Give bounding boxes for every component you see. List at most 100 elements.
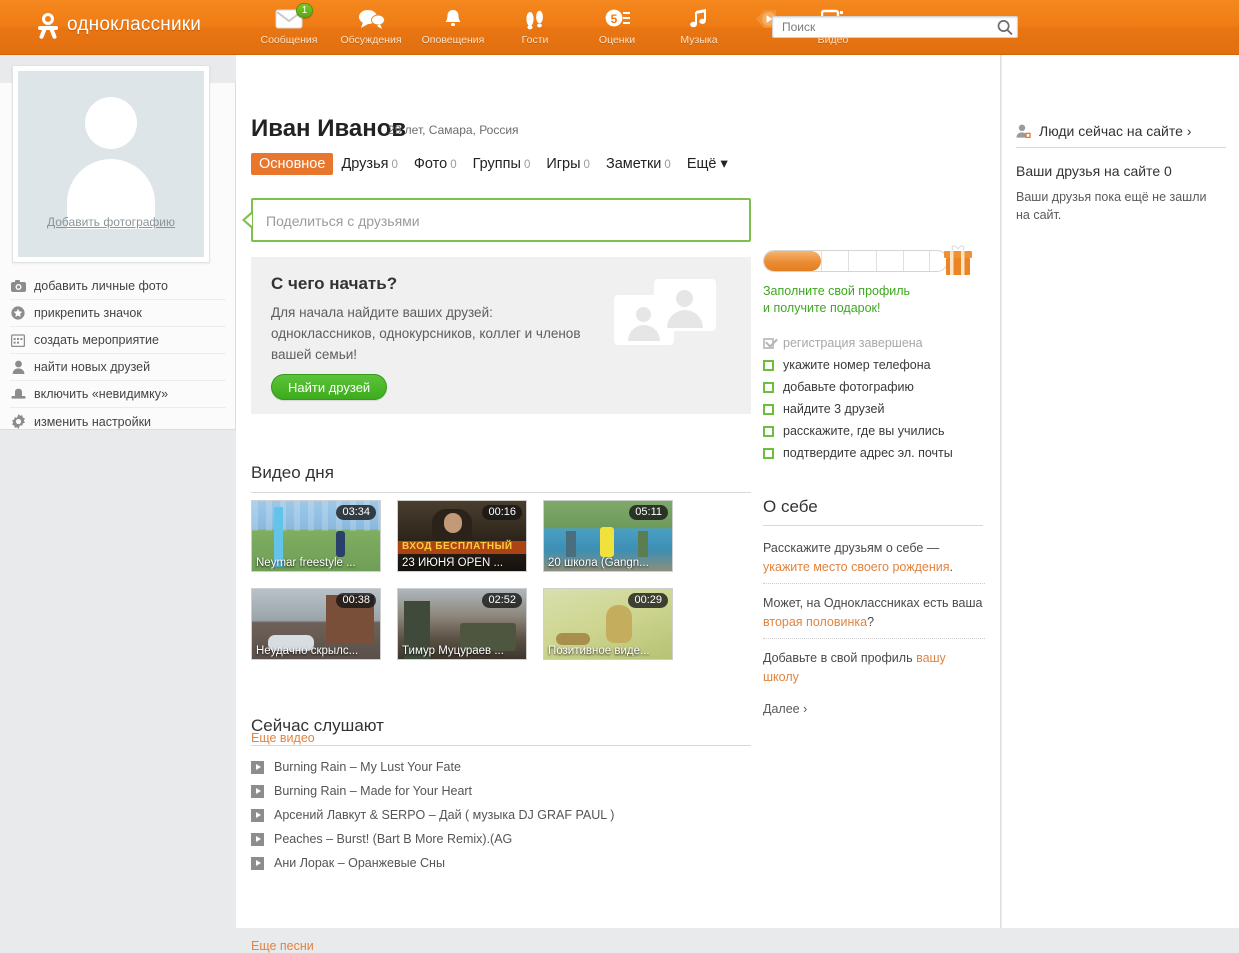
- play-icon[interactable]: [251, 857, 264, 870]
- footprints-icon: [523, 5, 547, 33]
- music-track-list: Burning Rain – My Lust Your Fate Burning…: [251, 755, 751, 875]
- divider: [763, 583, 985, 584]
- video-thumb[interactable]: 00:38 Неудачно скрылс...: [251, 588, 381, 660]
- about-more-link[interactable]: Далее ›: [763, 700, 985, 719]
- play-icon[interactable]: [251, 761, 264, 774]
- tab-notes[interactable]: Заметки 0: [598, 153, 679, 175]
- tab-more[interactable]: Ещё ▾: [679, 153, 736, 175]
- video-thumb[interactable]: 02:52 Тимур Муцураев ...: [397, 588, 527, 660]
- track-title: Peaches – Burst! (Bart B More Remix).(AG: [274, 832, 512, 846]
- play-icon[interactable]: [251, 833, 264, 846]
- profile-checklist: регистрация завершена укажите номер теле…: [763, 332, 983, 464]
- brand-logo-link[interactable]: одноклассники: [38, 13, 201, 37]
- checklist-item-school[interactable]: расскажите, где вы учились: [763, 420, 983, 442]
- video-section-title: Видео дня: [251, 463, 334, 483]
- search-icon[interactable]: [996, 19, 1014, 36]
- user-silhouette-icon: [85, 97, 137, 149]
- camera-icon: [10, 280, 26, 292]
- people-online-header[interactable]: Люди сейчас на сайте ›: [1016, 123, 1191, 139]
- share-placeholder: Поделиться с друзьями: [266, 213, 420, 229]
- search-input[interactable]: [780, 17, 985, 37]
- birthplace-link[interactable]: укажите место своего рождения: [763, 560, 950, 574]
- nav-label-music: Музыка: [680, 34, 717, 46]
- video-title: Неудачно скрылс...: [252, 645, 380, 657]
- checkbox-icon[interactable]: [763, 426, 774, 437]
- about-block-school: Добавьте в свой профиль вашу школу: [763, 649, 985, 687]
- divider: [251, 492, 751, 493]
- tab-count: 0: [664, 159, 670, 171]
- nav-item-discussions[interactable]: Обсуждения: [330, 5, 412, 53]
- list-item[interactable]: Burning Rain – My Lust Your Fate: [251, 755, 751, 779]
- person-online-icon: [1016, 124, 1031, 138]
- checklist-item-email[interactable]: подтвердите адрес эл. почты: [763, 442, 983, 464]
- divider: [763, 525, 983, 526]
- person-icon: [10, 360, 26, 374]
- tab-count: 0: [450, 159, 456, 171]
- tab-groups[interactable]: Группы 0: [465, 153, 539, 175]
- about-text-tail: ?: [867, 615, 874, 629]
- sidebar-item-invisible-mode[interactable]: включить «невидимку»: [10, 381, 226, 408]
- tab-label: Фото: [414, 156, 447, 172]
- bell-icon: [442, 5, 464, 33]
- checkbox-icon[interactable]: [763, 382, 774, 393]
- sidebar-item-attach-badge[interactable]: прикрепить значок: [10, 300, 226, 327]
- play-icon[interactable]: [251, 809, 264, 822]
- video-duration: 03:34: [336, 505, 376, 520]
- list-item[interactable]: Peaches – Burst! (Bart B More Remix).(AG: [251, 827, 751, 851]
- track-title: Ани Лорак – Оранжевые Сны: [274, 856, 445, 870]
- friends-online-note: Ваши друзья пока ещё не зашли на сайт.: [1016, 188, 1222, 224]
- checklist-label: подтвердите адрес эл. почты: [783, 446, 953, 460]
- video-thumb[interactable]: ВХОД БЕСПЛАТНЫЙ 00:16 23 ИЮНЯ OPEN ...: [397, 500, 527, 572]
- tab-games[interactable]: Игры 0: [538, 153, 598, 175]
- search-box[interactable]: [772, 16, 1018, 38]
- find-friends-button[interactable]: Найти друзей: [271, 374, 387, 400]
- nav-item-guests[interactable]: Гости: [494, 5, 576, 53]
- video-thumb[interactable]: 03:34 Neymar freestyle ...: [251, 500, 381, 572]
- partner-link[interactable]: вторая половинка: [763, 615, 867, 629]
- checkbox-icon[interactable]: [763, 360, 774, 371]
- svg-text:5: 5: [611, 12, 618, 26]
- nav-item-messages[interactable]: Сообщения 1: [248, 5, 330, 53]
- video-title: Позитивное виде...: [544, 645, 672, 657]
- checklist-item-phone[interactable]: укажите номер телефона: [763, 354, 983, 376]
- checklist-item-photo[interactable]: добавьте фотографию: [763, 376, 983, 398]
- sidebar-action-list: добавить личные фото прикрепить значок с…: [10, 273, 226, 435]
- sidebar-item-find-friends[interactable]: найти новых друзей: [10, 354, 226, 381]
- nav-item-music[interactable]: Музыка: [658, 5, 740, 53]
- video-title: Neymar freestyle ...: [252, 557, 380, 569]
- checklist-item-friends[interactable]: найдите 3 друзей: [763, 398, 983, 420]
- checkbox-checked-icon: [763, 338, 774, 349]
- add-photo-link[interactable]: Добавить фотографию: [18, 215, 204, 229]
- promo-line-1: Заполните свой профиль: [763, 283, 910, 300]
- list-item[interactable]: Арсений Лавкут & SERPO – Дай ( музыка DJ…: [251, 803, 751, 827]
- list-item[interactable]: Burning Rain – Made for Your Heart: [251, 779, 751, 803]
- play-icon[interactable]: [251, 785, 264, 798]
- checkbox-icon[interactable]: [763, 404, 774, 415]
- left-sidebar: Добавить фотографию добавить личные фото…: [0, 83, 236, 430]
- sidebar-item-settings[interactable]: изменить настройки: [10, 408, 226, 435]
- music-section-title: Сейчас слушают: [251, 716, 384, 736]
- rating-five-icon: 5: [603, 5, 631, 33]
- video-thumb[interactable]: 00:29 Позитивное виде...: [543, 588, 673, 660]
- more-songs-link[interactable]: Еще песни: [251, 939, 314, 953]
- video-thumb[interactable]: 05:11 20 школа (Gangn...: [543, 500, 673, 572]
- checkbox-icon[interactable]: [763, 448, 774, 459]
- nav-item-ratings[interactable]: 5 Оценки: [576, 5, 658, 53]
- sidebar-item-add-personal-photos[interactable]: добавить личные фото: [10, 273, 226, 300]
- avatar-card[interactable]: Добавить фотографию: [12, 65, 210, 263]
- page-title: Иван Иванов: [251, 115, 406, 143]
- tab-label: Игры: [546, 156, 580, 172]
- tab-friends[interactable]: Друзья 0: [333, 153, 405, 175]
- tab-label: Группы: [473, 156, 521, 172]
- list-item[interactable]: Ани Лорак – Оранжевые Сны: [251, 851, 751, 875]
- tab-photos[interactable]: Фото 0: [406, 153, 465, 175]
- share-input-box[interactable]: Поделиться с друзьями: [251, 198, 751, 242]
- nav-item-notifications[interactable]: Оповещения: [412, 5, 494, 53]
- tab-osnovnoe[interactable]: Основное: [251, 153, 333, 175]
- video-title: Тимур Муцураев ...: [398, 645, 526, 657]
- tab-count: 0: [391, 159, 397, 171]
- checklist-label: регистрация завершена: [783, 336, 923, 350]
- sidebar-item-create-event[interactable]: создать мероприятие: [10, 327, 226, 354]
- video-grid: 03:34 Neymar freestyle ... ВХОД БЕСПЛАТН…: [251, 500, 751, 710]
- video-title: 20 школа (Gangn...: [544, 557, 672, 569]
